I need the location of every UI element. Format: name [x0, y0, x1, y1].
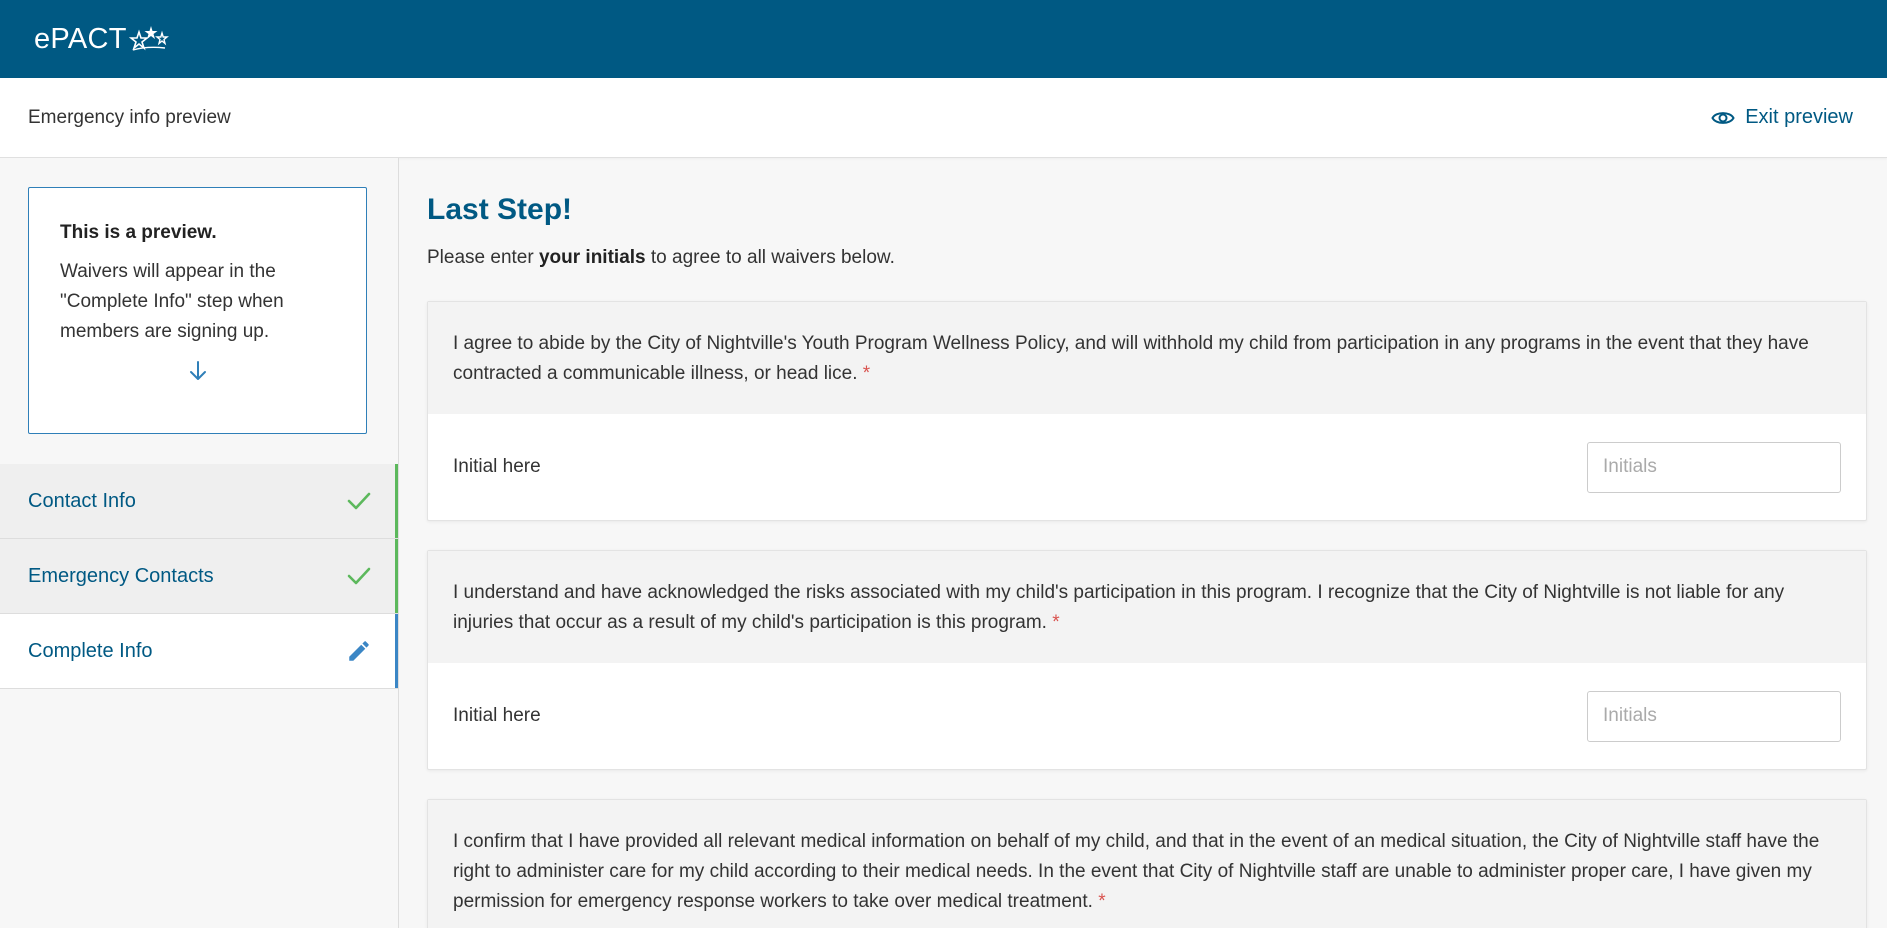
- check-icon: [347, 567, 371, 585]
- waiver-body: I confirm that I have provided all relev…: [453, 831, 1820, 912]
- exit-preview-label: Exit preview: [1745, 106, 1853, 128]
- sidebar: This is a preview. Waivers will appear i…: [0, 158, 399, 928]
- instructions-bold: your initials: [538, 247, 646, 268]
- required-marker: *: [1052, 612, 1060, 633]
- check-icon: [347, 492, 371, 510]
- exit-preview-button[interactable]: Exit preview: [1711, 106, 1853, 129]
- step-label: Complete Info: [28, 639, 153, 662]
- step-emergency-contacts[interactable]: Emergency Contacts: [0, 539, 398, 614]
- preview-notice: This is a preview. Waivers will appear i…: [28, 187, 367, 434]
- step-heading: Last Step!: [427, 193, 573, 226]
- preview-notice-body: Waivers will appear in the "Complete Inf…: [60, 261, 284, 342]
- page-title: Emergency info preview: [28, 106, 231, 128]
- top-bar: ePACT: [0, 0, 1887, 78]
- initials-input[interactable]: [1587, 690, 1841, 742]
- waiver-body: I understand and have acknowledged the r…: [453, 582, 1785, 633]
- epact-logo[interactable]: ePACT: [34, 23, 169, 56]
- waiver-instructions: Please enter your initials to agree to a…: [427, 247, 1867, 269]
- main-area: This is a preview. Waivers will appear i…: [0, 158, 1887, 928]
- step-contact-info[interactable]: Contact Info: [0, 464, 398, 539]
- waiver-body: I agree to abide by the City of Nightvil…: [453, 333, 1809, 384]
- waiver-card: I agree to abide by the City of Nightvil…: [427, 301, 1867, 521]
- required-marker: *: [1098, 891, 1106, 912]
- step-complete-info[interactable]: Complete Info: [0, 614, 398, 689]
- preview-header: Emergency info preview Exit preview: [0, 78, 1887, 158]
- eye-icon: [1711, 111, 1735, 124]
- preview-notice-title: This is a preview.: [60, 222, 217, 243]
- arrow-down-icon: [60, 359, 336, 383]
- waiver-text: I agree to abide by the City of Nightvil…: [428, 302, 1866, 414]
- logo-stars-icon: [128, 26, 169, 51]
- waiver-sign-row: Initial here: [428, 663, 1866, 769]
- logo-text: ePACT: [34, 22, 127, 55]
- instructions-prefix: Please enter: [427, 247, 539, 268]
- waiver-card: I understand and have acknowledged the r…: [427, 550, 1867, 770]
- waiver-card: I confirm that I have provided all relev…: [427, 799, 1867, 928]
- step-label: Emergency Contacts: [28, 564, 214, 587]
- required-marker: *: [862, 363, 871, 384]
- step-label: Contact Info: [28, 489, 136, 512]
- instructions-suffix: to agree to all waivers below.: [645, 247, 895, 268]
- waiver-text: I understand and have acknowledged the r…: [428, 551, 1866, 663]
- pencil-icon: [349, 641, 369, 661]
- waiver-sign-row: Initial here: [428, 414, 1866, 520]
- waiver-content: Last Step! Please enter your initials to…: [399, 158, 1887, 928]
- initial-here-label: Initial here: [453, 705, 541, 726]
- initial-here-label: Initial here: [453, 456, 541, 477]
- waiver-text: I confirm that I have provided all relev…: [428, 800, 1866, 928]
- initials-input[interactable]: [1587, 441, 1841, 493]
